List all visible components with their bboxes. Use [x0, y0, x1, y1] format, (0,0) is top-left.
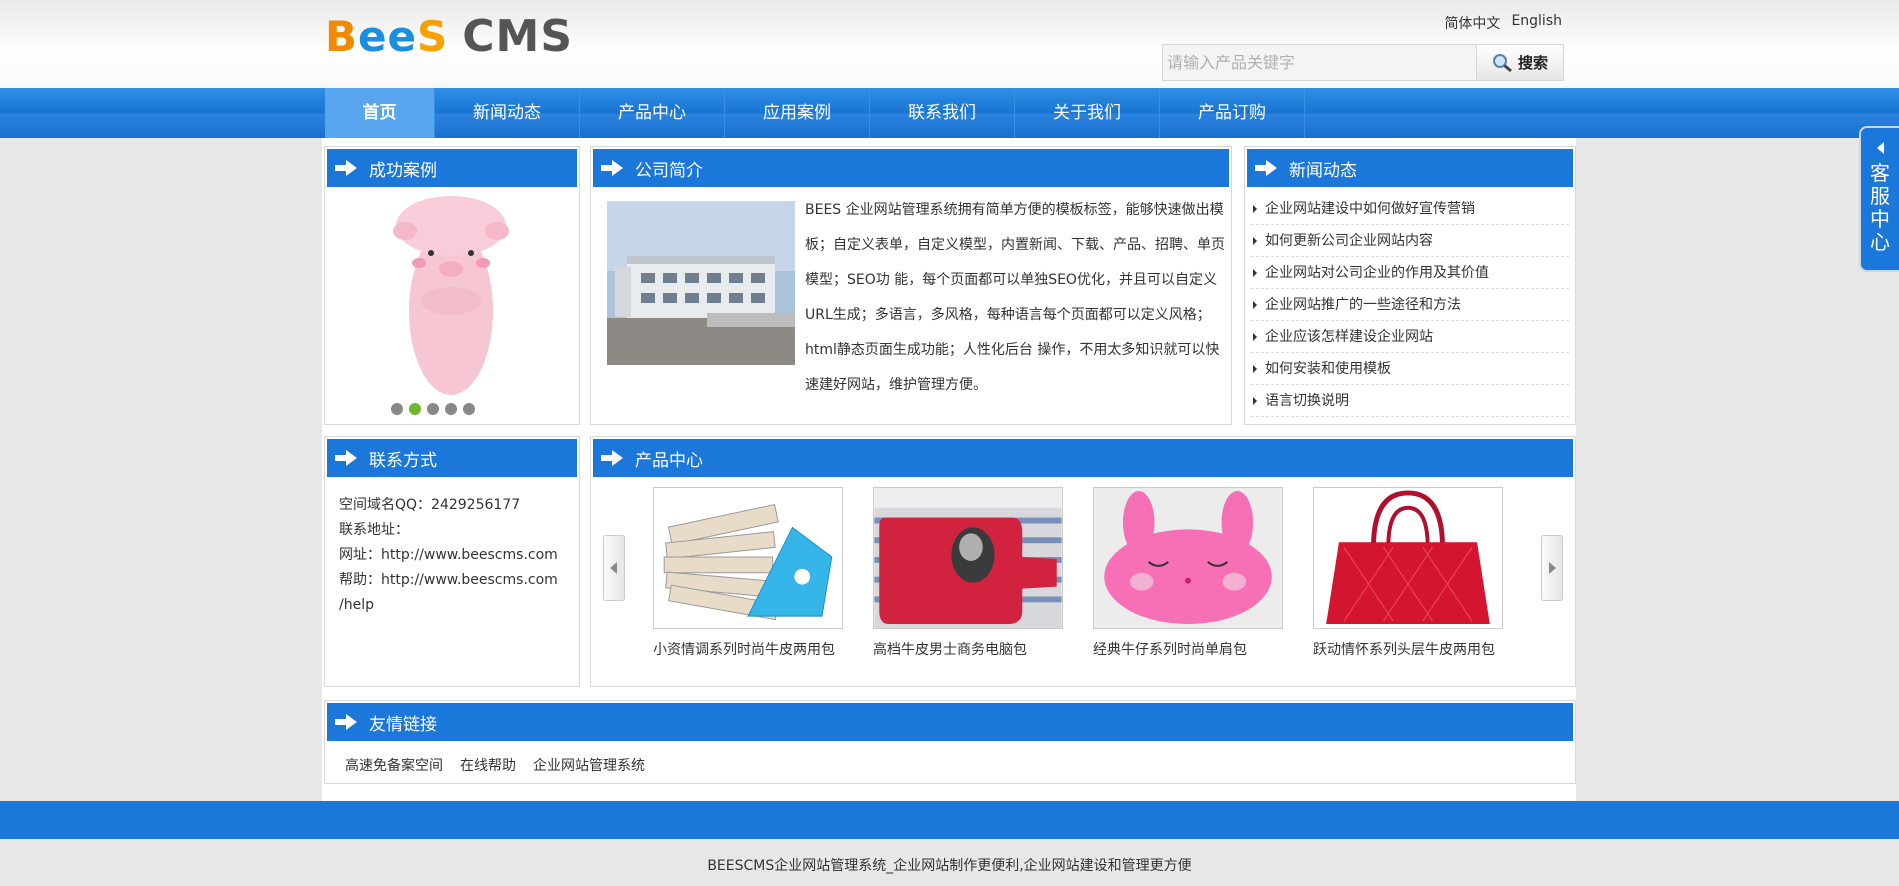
friend-link[interactable]: 在线帮助 [460, 755, 516, 775]
product-name[interactable]: 小资情调系列时尚牛皮两用包 [653, 641, 843, 659]
nav-home[interactable]: 首页 [325, 88, 435, 138]
arrow-right-icon [335, 160, 357, 176]
contact-website[interactable]: 网址：http://www.beescms.com [339, 543, 565, 568]
main-nav: 首页 新闻动态 产品中心 应用案例 联系我们 关于我们 产品订购 [0, 88, 1899, 138]
arrow-right-icon [601, 160, 623, 176]
product-image[interactable] [1093, 487, 1283, 629]
carousel-next-button[interactable] [1541, 535, 1563, 601]
contact-address: 联系地址： [339, 522, 409, 538]
news-item[interactable]: 企业网站建设中如何做好宣传营销 [1251, 193, 1569, 225]
lang-english[interactable]: English [1511, 13, 1562, 33]
product-image[interactable] [653, 487, 843, 629]
nav-products[interactable]: 产品中心 [580, 88, 725, 138]
header: BeeSCMS 简体中文 English 搜索 [0, 0, 1899, 88]
product-card[interactable]: 经典牛仔系列时尚单肩包 [1093, 487, 1283, 659]
search-button-label: 搜索 [1517, 54, 1548, 72]
arrow-right-icon [335, 450, 357, 466]
contact-title: 联系方式 [327, 439, 577, 477]
cases-panel: 成功案例 [324, 146, 580, 425]
products-panel: 产品中心 小资情调系列时尚牛皮两用包 高档牛皮男士商务电脑包 经典牛仔系列时尚单… [590, 436, 1576, 687]
product-name[interactable]: 经典牛仔系列时尚单肩包 [1093, 641, 1283, 659]
slider-dot-active[interactable] [409, 403, 421, 415]
caret-right-icon [1549, 562, 1556, 574]
nav-news[interactable]: 新闻动态 [435, 88, 580, 138]
news-item[interactable]: 企业网站对公司企业的作用及其价值 [1251, 257, 1569, 289]
contact-help-path[interactable]: /help [339, 593, 565, 618]
slider-dot[interactable] [427, 403, 439, 415]
friend-link[interactable]: 高速免备案空间 [345, 755, 443, 775]
news-item[interactable]: 语言切换说明 [1251, 385, 1569, 417]
logo[interactable]: Bee S CMS [325, 11, 573, 62]
friend-link[interactable]: 企业网站管理系统 [533, 755, 645, 775]
content-area: 成功案例 公司简介 BEES 企业网站管理系统拥有简单方便的模板标签，能够快速做… [322, 138, 1576, 801]
product-name[interactable]: 跃动情怀系列头层牛皮两用包 [1313, 641, 1503, 659]
footer-bar [0, 801, 1899, 839]
search-input[interactable] [1162, 44, 1477, 81]
slider-dot[interactable] [445, 403, 457, 415]
footer-text: BEESCMS企业网站管理系统_企业网站制作更便利,企业网站建设和管理更方便 [707, 858, 1192, 874]
news-item[interactable]: 企业应该怎样建设企业网站 [1251, 321, 1569, 353]
product-image[interactable] [1313, 487, 1503, 629]
plush-toy-image[interactable] [391, 191, 511, 396]
slider-dots [391, 403, 475, 415]
news-panel: 新闻动态 企业网站建设中如何做好宣传营销 如何更新公司企业网站内容 企业网站对公… [1244, 146, 1576, 425]
news-title: 新闻动态 [1247, 149, 1573, 187]
nav-contact[interactable]: 联系我们 [870, 88, 1015, 138]
arrow-right-icon [601, 450, 623, 466]
about-panel: 公司简介 BEES 企业网站管理系统拥有简单方便的模板标签，能够快速做出模板；自… [590, 146, 1232, 425]
about-title: 公司简介 [593, 149, 1229, 187]
product-name[interactable]: 高档牛皮男士商务电脑包 [873, 641, 1063, 659]
news-list: 企业网站建设中如何做好宣传营销 如何更新公司企业网站内容 企业网站对公司企业的作… [1245, 189, 1575, 417]
cases-title: 成功案例 [327, 149, 577, 187]
news-item[interactable]: 如何安装和使用模板 [1251, 353, 1569, 385]
caret-left-icon [610, 562, 617, 574]
links-panel: 友情链接 高速免备案空间 在线帮助 企业网站管理系统 [324, 700, 1576, 784]
arrow-right-icon [1255, 160, 1277, 176]
friend-links: 高速免备案空间 在线帮助 企业网站管理系统 [325, 743, 1575, 787]
news-item[interactable]: 如何更新公司企业网站内容 [1251, 225, 1569, 257]
nav-about[interactable]: 关于我们 [1015, 88, 1160, 138]
search-bar: 搜索 [1162, 44, 1564, 81]
news-item[interactable]: 企业网站推广的一些途径和方法 [1251, 289, 1569, 321]
products-title: 产品中心 [593, 439, 1573, 477]
product-image[interactable] [873, 487, 1063, 629]
arrow-right-icon [335, 714, 357, 730]
slider-dot[interactable] [463, 403, 475, 415]
language-switcher: 简体中文 English [1444, 13, 1562, 33]
customer-service-label: 客服中心 [1870, 161, 1890, 254]
search-button[interactable]: 搜索 [1477, 44, 1564, 81]
company-building-image [607, 201, 795, 365]
contact-qq: 空间域名QQ：2429256177 [339, 497, 521, 513]
slider-dot[interactable] [391, 403, 403, 415]
carousel-prev-button[interactable] [603, 535, 625, 601]
contact-info: 空间域名QQ：2429256177 联系地址： 网址：http://www.be… [325, 479, 579, 632]
links-title: 友情链接 [327, 703, 1573, 741]
contact-panel: 联系方式 空间域名QQ：2429256177 联系地址： 网址：http://w… [324, 436, 580, 687]
product-card[interactable]: 高档牛皮男士商务电脑包 [873, 487, 1063, 659]
contact-help[interactable]: 帮助：http://www.beescms.com [339, 568, 565, 593]
product-card[interactable]: 跃动情怀系列头层牛皮两用包 [1313, 487, 1503, 659]
customer-service-tab[interactable]: 客服中心 [1859, 126, 1899, 272]
caret-left-icon [1877, 142, 1884, 154]
magnifier-icon [1492, 53, 1512, 72]
about-text: BEES 企业网站管理系统拥有简单方便的模板标签，能够快速做出模板；自定义表单，… [805, 202, 1225, 393]
nav-order[interactable]: 产品订购 [1160, 88, 1305, 138]
nav-cases[interactable]: 应用案例 [725, 88, 870, 138]
lang-chinese[interactable]: 简体中文 [1444, 13, 1500, 33]
product-card[interactable]: 小资情调系列时尚牛皮两用包 [653, 487, 843, 659]
